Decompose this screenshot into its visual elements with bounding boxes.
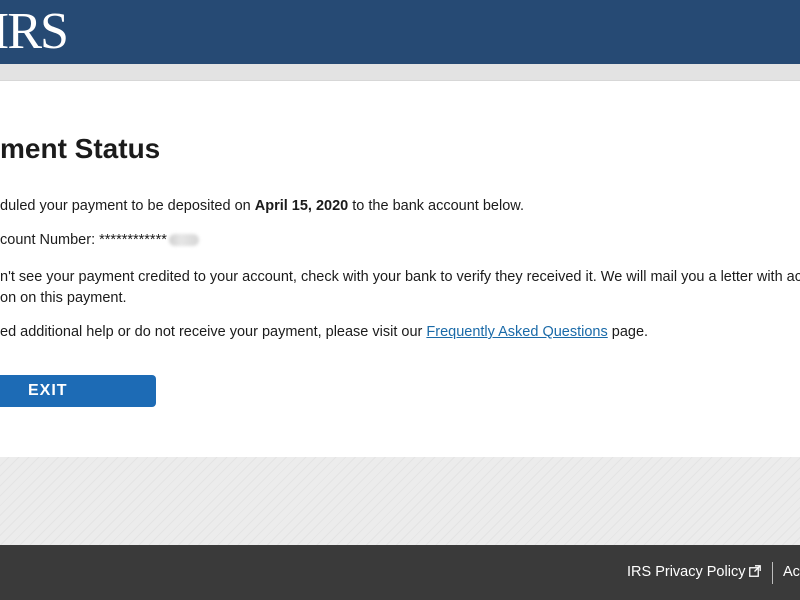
irs-logo[interactable]: IRS — [0, 4, 69, 60]
privacy-policy-link[interactable]: IRS Privacy Policy — [627, 563, 762, 581]
header-band — [0, 64, 800, 80]
help-message: ed additional help or do not receive you… — [0, 321, 648, 343]
bank-check-message-line1: n't see your payment credited to your ac… — [0, 269, 800, 285]
page: IRS ment Status duled your payment to be… — [0, 0, 800, 600]
deposit-date: April 15, 2020 — [254, 198, 349, 214]
account-number-label: count Number: — [0, 232, 100, 248]
site-footer: IRS Privacy Policy Ac — [0, 545, 800, 600]
deposit-message-start: duled your payment to be deposited on — [0, 198, 255, 214]
exit-button[interactable]: EXIT — [0, 375, 156, 407]
page-title: ment Status — [0, 133, 161, 164]
accessibility-link[interactable]: Ac — [783, 563, 800, 581]
privacy-policy-label: IRS Privacy Policy — [627, 564, 746, 580]
external-link-icon — [749, 565, 762, 577]
help-message-end: page. — [607, 324, 649, 340]
help-message-start: ed additional help or do not receive you… — [0, 324, 427, 340]
account-number-row: count Number: ************ — [0, 229, 199, 251]
deposit-message-end: to the bank account below. — [348, 198, 524, 214]
deposit-message: duled your payment to be deposited on Ap… — [0, 195, 524, 217]
lower-background — [0, 457, 800, 545]
account-number-redacted — [168, 234, 199, 247]
faq-link[interactable]: Frequently Asked Questions — [426, 324, 607, 340]
account-number-mask: ************ — [99, 232, 167, 248]
bank-check-message-line2: on on this payment. — [0, 290, 127, 306]
site-header: IRS — [0, 0, 800, 65]
footer-divider — [772, 562, 773, 584]
